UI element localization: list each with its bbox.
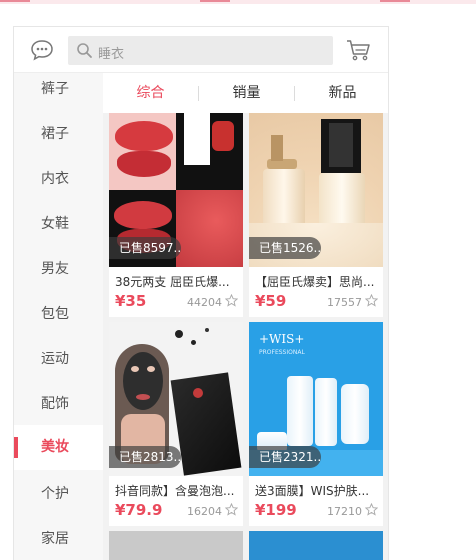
- product-price: ¥79.9: [115, 501, 163, 519]
- product-card[interactable]: +WIS+ PROFESSIONAL 已售2321... 送3面膜】WIS护肤.…: [249, 322, 383, 526]
- product-card[interactable]: 已售8597... 38元两支 屈臣氏爆... ¥35 44204: [109, 113, 243, 317]
- wis-brand-text: +WIS+: [259, 332, 305, 346]
- star-icon[interactable]: [225, 294, 238, 307]
- sort-tabs: 综合 销量 新品: [103, 73, 388, 113]
- category-sidebar: 裤子 裙子 内衣 女鞋 男友 包包 运动 配饰 美妆 个护 家居: [14, 73, 103, 560]
- sold-count-badge: 已售2813...: [109, 446, 181, 468]
- search-input[interactable]: 睡衣: [68, 36, 333, 65]
- product-price: ¥59: [255, 292, 287, 310]
- star-icon[interactable]: [225, 503, 238, 516]
- sidebar-item-pants[interactable]: 裤子: [14, 67, 103, 112]
- chat-bubble-icon[interactable]: [30, 39, 54, 61]
- search-icon: [77, 43, 92, 58]
- sidebar-item-womens-shoes[interactable]: 女鞋: [14, 202, 103, 247]
- sidebar-item-bags[interactable]: 包包: [14, 292, 103, 337]
- sidebar-item-personal-care[interactable]: 个护: [14, 472, 103, 517]
- sidebar-item-underwear[interactable]: 内衣: [14, 157, 103, 202]
- mobile-frame: 睡衣 裤子 裙子 内衣 女鞋 男友 包包 运动 配饰 美妆 个护 家居 综合 销…: [13, 26, 389, 560]
- wis-sub-text: PROFESSIONAL: [259, 349, 305, 356]
- product-price: ¥199: [255, 501, 297, 519]
- tab-overall[interactable]: 综合: [103, 73, 198, 113]
- product-card[interactable]: 已售1526... 【屈臣氏爆卖】思尚... ¥59 17557: [249, 113, 383, 317]
- favorite-count: 17210: [327, 505, 362, 518]
- product-title[interactable]: 【屈臣氏爆卖】思尚...: [255, 273, 379, 290]
- product-card[interactable]: 已售2813... 抖音同款】含曼泡泡... ¥79.9 16204: [109, 322, 243, 526]
- sidebar-item-home[interactable]: 家居: [14, 517, 103, 560]
- product-title[interactable]: 38元两支 屈臣氏爆...: [115, 273, 239, 290]
- favorite-count: 17557: [327, 296, 362, 309]
- sidebar-item-sports[interactable]: 运动: [14, 337, 103, 382]
- star-icon[interactable]: [365, 294, 378, 307]
- product-grid: 已售8597... 38元两支 屈臣氏爆... ¥35 44204 已售1526…: [103, 113, 388, 560]
- product-title[interactable]: 抖音同款】含曼泡泡...: [115, 482, 239, 499]
- sold-count-badge: 已售2321...: [249, 446, 321, 468]
- sidebar-item-boyfriend[interactable]: 男友: [14, 247, 103, 292]
- sold-count-badge: 已售1526...: [249, 237, 321, 259]
- sold-count-badge: 已售8597...: [109, 237, 181, 259]
- product-card-partial[interactable]: [109, 531, 243, 560]
- sidebar-item-accessories[interactable]: 配饰: [14, 382, 103, 427]
- product-card-partial[interactable]: [249, 531, 383, 560]
- search-placeholder: 睡衣: [98, 47, 125, 62]
- favorite-count: 16204: [187, 505, 222, 518]
- sidebar-item-beauty[interactable]: 美妆: [14, 425, 103, 470]
- tab-new[interactable]: 新品: [295, 73, 388, 113]
- star-icon[interactable]: [365, 503, 378, 516]
- product-title[interactable]: 送3面膜】WIS护肤...: [255, 482, 379, 499]
- sidebar-item-skirts[interactable]: 裙子: [14, 112, 103, 157]
- product-price: ¥35: [115, 292, 147, 310]
- top-strip: [0, 0, 476, 4]
- favorite-count: 44204: [187, 296, 222, 309]
- tab-sales[interactable]: 销量: [199, 73, 294, 113]
- cart-icon[interactable]: [346, 39, 371, 61]
